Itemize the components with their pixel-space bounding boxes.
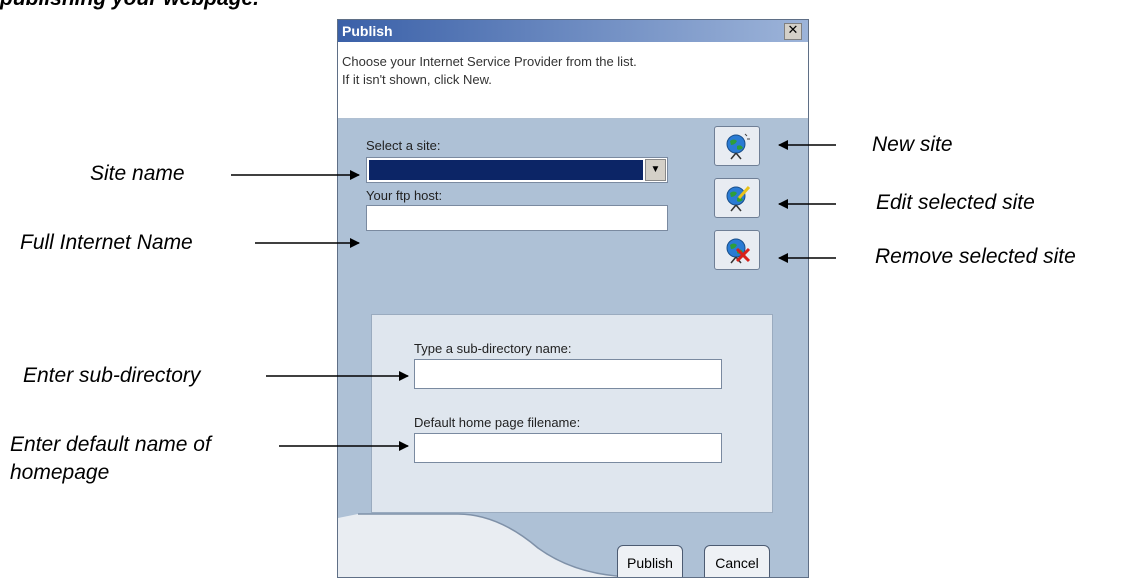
homepage-label: Default home page filename: <box>414 415 581 430</box>
dialog-titlebar[interactable]: Publish ✕ <box>338 20 808 42</box>
select-site-dropdown[interactable]: ▼ <box>366 157 668 183</box>
chevron-down-icon[interactable]: ▼ <box>645 159 666 181</box>
annotation-default-homepage-line2: homepage <box>10 461 110 484</box>
new-site-button[interactable] <box>714 126 760 166</box>
publish-dialog: Publish ✕ Choose your Internet Service P… <box>337 19 809 578</box>
cancel-button[interactable]: Cancel <box>704 545 770 577</box>
globe-remove-site-icon <box>726 238 751 264</box>
info-line-1: Choose your Internet Service Provider fr… <box>342 54 637 69</box>
annotation-edit-site: Edit selected site <box>876 191 1035 214</box>
select-site-value <box>369 160 643 180</box>
annotation-full-internet-name: Full Internet Name <box>20 231 193 254</box>
annotation-remove-site: Remove selected site <box>875 245 1076 268</box>
subdir-input[interactable] <box>414 359 722 389</box>
ftp-host-label: Your ftp host: <box>366 188 443 203</box>
globe-new-site-icon <box>726 133 750 160</box>
ftp-host-input[interactable] <box>366 205 668 231</box>
annotation-new-site: New site <box>872 133 953 156</box>
globe-edit-site-icon <box>726 185 751 212</box>
info-panel: Choose your Internet Service Provider fr… <box>338 42 808 119</box>
publish-button[interactable]: Publish <box>617 545 683 577</box>
annotation-sub-directory: Enter sub-directory <box>23 364 201 387</box>
info-line-2: If it isn't shown, click New. <box>342 72 492 87</box>
directory-panel: Type a sub-directory name: Default home … <box>371 314 773 513</box>
annotation-site-name: Site name <box>90 162 185 185</box>
annotation-default-homepage-line1: Enter default name of <box>10 433 211 456</box>
dialog-title: Publish <box>342 23 393 39</box>
close-icon[interactable]: ✕ <box>784 23 802 40</box>
document-heading: publishing your webpage. <box>0 0 259 11</box>
remove-site-button[interactable] <box>714 230 760 270</box>
select-site-label: Select a site: <box>366 138 441 153</box>
homepage-input[interactable] <box>414 433 722 463</box>
edit-site-button[interactable] <box>714 178 760 218</box>
subdir-label: Type a sub-directory name: <box>414 341 572 356</box>
